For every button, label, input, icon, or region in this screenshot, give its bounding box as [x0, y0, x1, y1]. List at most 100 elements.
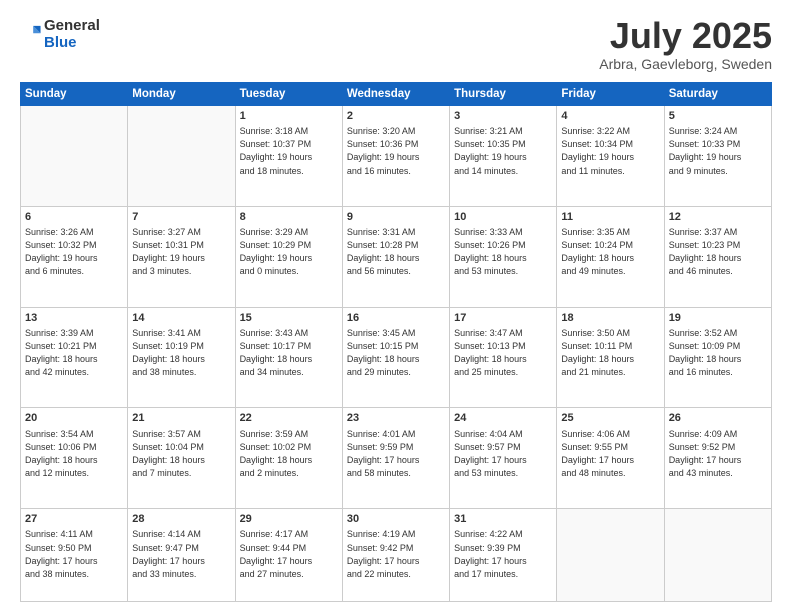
day-info: Sunrise: 3:20 AM Sunset: 10:36 PM Daylig…	[347, 125, 445, 177]
day-number: 28	[132, 512, 230, 527]
day-info: Sunrise: 3:33 AM Sunset: 10:26 PM Daylig…	[454, 226, 552, 278]
calendar-cell: 30Sunrise: 4:19 AM Sunset: 9:42 PM Dayli…	[342, 509, 449, 602]
calendar-cell: 27Sunrise: 4:11 AM Sunset: 9:50 PM Dayli…	[21, 509, 128, 602]
day-number: 12	[669, 210, 767, 225]
header: General Blue July 2025 Arbra, Gaevleborg…	[20, 18, 772, 72]
day-number: 19	[669, 311, 767, 326]
calendar-cell: 22Sunrise: 3:59 AM Sunset: 10:02 PM Dayl…	[235, 408, 342, 509]
calendar-cell: 19Sunrise: 3:52 AM Sunset: 10:09 PM Dayl…	[664, 307, 771, 408]
calendar-cell: 14Sunrise: 3:41 AM Sunset: 10:19 PM Dayl…	[128, 307, 235, 408]
calendar-cell: 1Sunrise: 3:18 AM Sunset: 10:37 PM Dayli…	[235, 106, 342, 207]
day-number: 3	[454, 109, 552, 124]
calendar-cell: 12Sunrise: 3:37 AM Sunset: 10:23 PM Dayl…	[664, 206, 771, 307]
calendar-cell	[21, 106, 128, 207]
weekday-header: Wednesday	[342, 83, 449, 106]
day-number: 7	[132, 210, 230, 225]
day-number: 24	[454, 411, 552, 426]
day-info: Sunrise: 3:22 AM Sunset: 10:34 PM Daylig…	[561, 125, 659, 177]
calendar-cell: 23 Sunrise: 4:01 AM Sunset: 9:59 PM Dayli…	[342, 408, 449, 509]
day-number: 21	[132, 411, 230, 426]
day-info: Sunrise: 4:11 AM Sunset: 9:50 PM Dayligh…	[25, 528, 123, 580]
calendar-cell: 16Sunrise: 3:45 AM Sunset: 10:15 PM Dayl…	[342, 307, 449, 408]
day-number: 9	[347, 210, 445, 225]
day-info: Sunrise: 4:06 AM Sunset: 9:55 PM Dayligh…	[561, 428, 659, 480]
calendar-cell	[557, 509, 664, 602]
calendar-cell: 29Sunrise: 4:17 AM Sunset: 9:44 PM Dayli…	[235, 509, 342, 602]
weekday-header: Friday	[557, 83, 664, 106]
day-number: 25	[561, 411, 659, 426]
day-number: 27	[25, 512, 123, 527]
day-number: 18	[561, 311, 659, 326]
calendar-cell: 18Sunrise: 3:50 AM Sunset: 10:11 PM Dayl…	[557, 307, 664, 408]
day-info: Sunrise: 4:01 AM Sunset: 9:59 PM Dayligh…	[347, 428, 445, 480]
calendar-cell: 7Sunrise: 3:27 AM Sunset: 10:31 PM Dayli…	[128, 206, 235, 307]
calendar: SundayMondayTuesdayWednesdayThursdayFrid…	[20, 82, 772, 602]
calendar-cell	[664, 509, 771, 602]
calendar-cell	[128, 106, 235, 207]
title-block: July 2025 Arbra, Gaevleborg, Sweden	[599, 18, 772, 72]
day-number: 1	[240, 109, 338, 124]
day-number: 15	[240, 311, 338, 326]
day-number: 31	[454, 512, 552, 527]
day-number: 5	[669, 109, 767, 124]
day-info: Sunrise: 4:22 AM Sunset: 9:39 PM Dayligh…	[454, 528, 552, 580]
day-info: Sunrise: 3:31 AM Sunset: 10:28 PM Daylig…	[347, 226, 445, 278]
day-info: Sunrise: 4:09 AM Sunset: 9:52 PM Dayligh…	[669, 428, 767, 480]
calendar-cell: 24 Sunrise: 4:04 AM Sunset: 9:57 PM Dayli…	[450, 408, 557, 509]
logo-icon	[20, 23, 42, 45]
calendar-cell: 8Sunrise: 3:29 AM Sunset: 10:29 PM Dayli…	[235, 206, 342, 307]
day-info: Sunrise: 3:29 AM Sunset: 10:29 PM Daylig…	[240, 226, 338, 278]
location: Arbra, Gaevleborg, Sweden	[599, 56, 772, 72]
weekday-header: Thursday	[450, 83, 557, 106]
day-info: Sunrise: 3:41 AM Sunset: 10:19 PM Daylig…	[132, 327, 230, 379]
day-number: 13	[25, 311, 123, 326]
day-info: Sunrise: 4:04 AM Sunset: 9:57 PM Dayligh…	[454, 428, 552, 480]
day-number: 30	[347, 512, 445, 527]
weekday-header: Monday	[128, 83, 235, 106]
day-number: 2	[347, 109, 445, 124]
day-number: 29	[240, 512, 338, 527]
day-info: Sunrise: 4:14 AM Sunset: 9:47 PM Dayligh…	[132, 528, 230, 580]
day-info: Sunrise: 4:19 AM Sunset: 9:42 PM Dayligh…	[347, 528, 445, 580]
calendar-cell: 21 Sunrise: 3:57 AM Sunset: 10:04 PM Dayl…	[128, 408, 235, 509]
calendar-cell: 2Sunrise: 3:20 AM Sunset: 10:36 PM Dayli…	[342, 106, 449, 207]
calendar-cell: 20Sunrise: 3:54 AM Sunset: 10:06 PM Dayl…	[21, 408, 128, 509]
day-number: 23	[347, 411, 445, 426]
day-info: Sunrise: 3:57 AM Sunset: 10:04 PM Daylig…	[132, 428, 230, 480]
weekday-header: Saturday	[664, 83, 771, 106]
day-info: Sunrise: 3:52 AM Sunset: 10:09 PM Daylig…	[669, 327, 767, 379]
day-number: 8	[240, 210, 338, 225]
calendar-cell: 9Sunrise: 3:31 AM Sunset: 10:28 PM Dayli…	[342, 206, 449, 307]
day-info: Sunrise: 4:17 AM Sunset: 9:44 PM Dayligh…	[240, 528, 338, 580]
day-number: 20	[25, 411, 123, 426]
month-title: July 2025	[599, 18, 772, 54]
day-number: 10	[454, 210, 552, 225]
logo-general: General	[44, 17, 100, 34]
calendar-cell: 15Sunrise: 3:43 AM Sunset: 10:17 PM Dayl…	[235, 307, 342, 408]
calendar-cell: 3Sunrise: 3:21 AM Sunset: 10:35 PM Dayli…	[450, 106, 557, 207]
logo-line2: Blue	[44, 35, 100, 52]
day-info: Sunrise: 3:24 AM Sunset: 10:33 PM Daylig…	[669, 125, 767, 177]
day-info: Sunrise: 3:45 AM Sunset: 10:15 PM Daylig…	[347, 327, 445, 379]
calendar-cell: 6Sunrise: 3:26 AM Sunset: 10:32 PM Dayli…	[21, 206, 128, 307]
calendar-cell: 13Sunrise: 3:39 AM Sunset: 10:21 PM Dayl…	[21, 307, 128, 408]
calendar-cell: 4Sunrise: 3:22 AM Sunset: 10:34 PM Dayli…	[557, 106, 664, 207]
day-number: 6	[25, 210, 123, 225]
calendar-cell: 26 Sunrise: 4:09 AM Sunset: 9:52 PM Dayli…	[664, 408, 771, 509]
calendar-cell: 11Sunrise: 3:35 AM Sunset: 10:24 PM Dayl…	[557, 206, 664, 307]
calendar-cell: 28Sunrise: 4:14 AM Sunset: 9:47 PM Dayli…	[128, 509, 235, 602]
weekday-header: Sunday	[21, 83, 128, 106]
day-number: 26	[669, 411, 767, 426]
day-info: Sunrise: 3:21 AM Sunset: 10:35 PM Daylig…	[454, 125, 552, 177]
day-info: Sunrise: 3:59 AM Sunset: 10:02 PM Daylig…	[240, 428, 338, 480]
calendar-header: SundayMondayTuesdayWednesdayThursdayFrid…	[21, 83, 772, 106]
day-info: Sunrise: 3:39 AM Sunset: 10:21 PM Daylig…	[25, 327, 123, 379]
day-number: 4	[561, 109, 659, 124]
logo-text: General Blue	[44, 18, 100, 51]
day-info: Sunrise: 3:27 AM Sunset: 10:31 PM Daylig…	[132, 226, 230, 278]
day-info: Sunrise: 3:43 AM Sunset: 10:17 PM Daylig…	[240, 327, 338, 379]
day-number: 16	[347, 311, 445, 326]
day-info: Sunrise: 3:37 AM Sunset: 10:23 PM Daylig…	[669, 226, 767, 278]
page: General Blue July 2025 Arbra, Gaevleborg…	[0, 0, 792, 612]
day-info: Sunrise: 3:26 AM Sunset: 10:32 PM Daylig…	[25, 226, 123, 278]
